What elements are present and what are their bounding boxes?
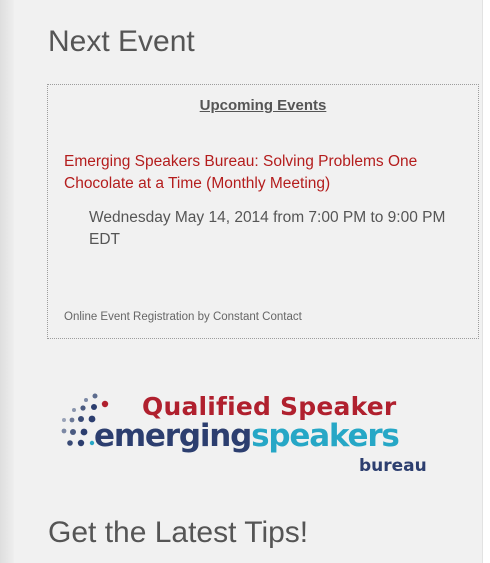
constant-contact-credit-link[interactable]: Online Event Registration by Constant Co… [64, 311, 302, 323]
sidebar: Next Event Upcoming Events Emerging Spea… [0, 0, 483, 563]
qualified-speaker-logo[interactable]: Qualified Speaker emergingspeakers burea… [56, 386, 436, 486]
upcoming-events-heading[interactable]: Upcoming Events [48, 97, 478, 114]
event-date: Wednesday May 14, 2014 from 7:00 PM to 9… [89, 209, 446, 248]
logo-word-emerging: emerging [94, 418, 252, 454]
latest-tips-title: Get the Latest Tips! [48, 516, 309, 549]
logo-qualified-speaker-text: Qualified Speaker [142, 392, 397, 421]
logo-word-bureau: bureau [359, 456, 427, 476]
sidebar-edge-shadow [0, 0, 14, 563]
logo-main-wordmark: emergingspeakers [94, 418, 400, 454]
upcoming-events-widget: Upcoming Events Emerging Speakers Bureau… [47, 84, 479, 339]
event-link[interactable]: Emerging Speakers Bureau: Solving Proble… [64, 151, 474, 195]
page: Next Event Upcoming Events Emerging Spea… [0, 0, 490, 563]
logo-word-speakers: speakers [251, 418, 400, 454]
next-event-title: Next Event [48, 25, 195, 58]
